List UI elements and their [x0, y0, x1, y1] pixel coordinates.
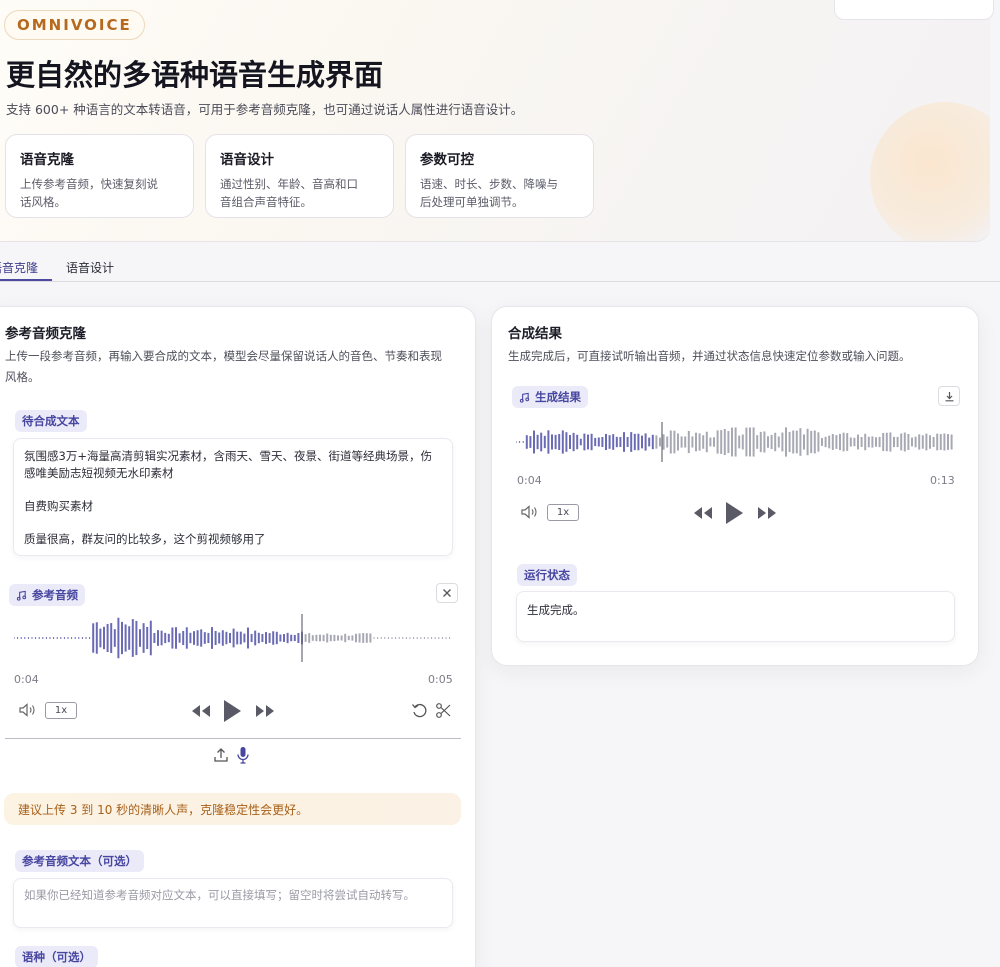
upload-icon — [214, 748, 228, 762]
download-icon — [945, 391, 953, 401]
feature-card-design: 语音设计 通过性别、年龄、音高和口 音组合声音特征。 — [205, 134, 394, 218]
feature-desc-line: 音组合声音特征。 — [220, 195, 312, 209]
feature-desc: 上传参考音频，快速复刻说 话风格。 — [20, 175, 179, 211]
feature-desc-line: 后处理可单独调节。 — [420, 195, 524, 209]
status-label-text: 运行状态 — [524, 568, 570, 582]
playback-speed-button[interactable]: 1x — [547, 504, 579, 521]
feature-desc-line: 通过性别、年龄、音高和口 — [220, 177, 358, 191]
status-output: 生成完成。 — [516, 591, 955, 642]
scissors-icon — [436, 703, 451, 718]
upload-button[interactable] — [213, 747, 229, 763]
tab-bar: 语音克隆 语音设计 — [0, 252, 1000, 282]
text-line: 质量很高，群友问的比较多，这个剪视频够用了 — [24, 532, 266, 546]
reference-text-input[interactable]: 如果你已经知道参考音频对应文本，可以直接填写；留空时将尝试自动转写。 — [13, 878, 453, 928]
target-text-label: 待合成文本 — [15, 410, 87, 432]
result-total-time: 0:13 — [930, 474, 955, 487]
close-audio-button[interactable] — [436, 583, 458, 603]
result-waveform[interactable] — [516, 420, 954, 464]
fast-forward-icon — [256, 705, 274, 717]
result-current-time: 0:04 — [517, 474, 542, 487]
upload-tip: 建议上传 3 到 10 秒的清晰人声，克隆稳定性会更好。 — [4, 793, 461, 825]
status-text: 生成完成。 — [527, 603, 585, 617]
reset-button[interactable] — [411, 702, 428, 719]
rewind-button[interactable] — [692, 506, 714, 520]
feature-title: 参数可控 — [420, 152, 474, 168]
reference-text-label-text: 参考音频文本（可选） — [22, 854, 137, 868]
text-line: 自费购买素材 — [24, 499, 93, 513]
brand-badge: OMNIVOICE — [4, 10, 145, 40]
result-panel-desc: 生成完成后，可直接试听输出音频，并通过状态信息快速定位参数或输入问题。 — [508, 349, 911, 363]
feature-title: 语音克隆 — [20, 152, 74, 168]
language-label: 语种（可选） — [15, 946, 98, 967]
clone-desc-line: 上传一段参考音频，再输入要合成的文本，模型会尽量保留说话人的音色、节奏和表现 — [5, 349, 442, 363]
music-note-icon — [16, 590, 27, 601]
text-line: 感唯美励志短视频无水印素材 — [24, 466, 174, 480]
clone-panel-desc: 上传一段参考音频，再输入要合成的文本，模型会尽量保留说话人的音色、节奏和表现 风… — [5, 346, 442, 388]
undo-icon — [412, 703, 427, 718]
page-title: 更自然的多语种语音生成界面 — [6, 58, 384, 92]
page-subtitle: 支持 600+ 种语言的文本转语音，可用于参考音频克隆，也可通过说话人属性进行语… — [6, 102, 524, 117]
volume-icon — [521, 505, 537, 519]
active-tab-indicator — [0, 279, 52, 281]
fast-forward-button[interactable] — [756, 506, 778, 520]
target-text-label-text: 待合成文本 — [22, 414, 80, 428]
decorative-orb — [870, 102, 990, 241]
language-label-text: 语种（可选） — [22, 950, 91, 964]
feature-card-clone: 语音克隆 上传参考音频，快速复刻说 话风格。 — [5, 134, 194, 218]
clone-desc-line: 风格。 — [5, 370, 40, 384]
feature-title: 语音设计 — [220, 152, 274, 168]
result-audio-label-text: 生成结果 — [535, 390, 581, 404]
top-right-panel — [834, 0, 994, 20]
reference-audio-label-text: 参考音频 — [32, 588, 78, 602]
reference-waveform[interactable] — [14, 612, 452, 664]
feature-desc-line: 话风格。 — [20, 195, 66, 209]
feature-desc: 语速、时长、步数、降噪与 后处理可单独调节。 — [420, 175, 579, 211]
text-line: 氛围感3万+海量高清剪辑实况素材，含雨天、雪天、夜景、街道等经典场景，伤 — [24, 449, 432, 463]
clone-panel-title: 参考音频克隆 — [5, 326, 86, 342]
fast-forward-icon — [758, 507, 776, 519]
rewind-icon — [192, 705, 210, 717]
ref-total-time: 0:05 — [428, 673, 453, 686]
trim-button[interactable] — [435, 702, 452, 719]
rewind-icon — [694, 507, 712, 519]
playback-speed-button[interactable]: 1x — [45, 702, 77, 719]
tab-voice-design[interactable]: 语音设计 — [66, 259, 114, 276]
feature-desc: 通过性别、年龄、音高和口 音组合声音特征。 — [220, 175, 379, 211]
feature-card-params: 参数可控 语速、时长、步数、降噪与 后处理可单独调节。 — [405, 134, 594, 218]
play-button[interactable] — [724, 501, 744, 525]
microphone-icon — [237, 747, 249, 764]
download-button[interactable] — [938, 386, 960, 406]
status-label: 运行状态 — [517, 564, 577, 586]
feature-desc-line: 上传参考音频，快速复刻说 — [20, 177, 158, 191]
audio-divider — [5, 738, 461, 739]
result-panel-title: 合成结果 — [508, 326, 562, 342]
volume-button[interactable] — [18, 702, 38, 718]
tab-voice-clone[interactable]: 语音克隆 — [0, 259, 38, 276]
close-icon — [443, 589, 451, 597]
reference-audio-label: 参考音频 — [9, 584, 85, 606]
play-button[interactable] — [222, 699, 242, 723]
volume-icon — [19, 703, 35, 717]
reference-text-label: 参考音频文本（可选） — [15, 850, 144, 872]
ref-current-time: 0:04 — [14, 673, 39, 686]
play-icon — [224, 700, 241, 722]
rewind-button[interactable] — [190, 704, 212, 718]
record-button[interactable] — [236, 746, 250, 764]
fast-forward-button[interactable] — [254, 704, 276, 718]
reference-text-placeholder: 如果你已经知道参考音频对应文本，可以直接填写；留空时将尝试自动转写。 — [24, 888, 415, 902]
music-note-icon — [519, 392, 530, 403]
feature-desc-line: 语速、时长、步数、降噪与 — [420, 177, 558, 191]
target-text-input[interactable]: 氛围感3万+海量高清剪辑实况素材，含雨天、雪天、夜景、街道等经典场景，伤 感唯美… — [13, 438, 453, 556]
volume-button[interactable] — [520, 504, 540, 520]
result-audio-label: 生成结果 — [512, 386, 588, 408]
play-icon — [726, 502, 743, 524]
